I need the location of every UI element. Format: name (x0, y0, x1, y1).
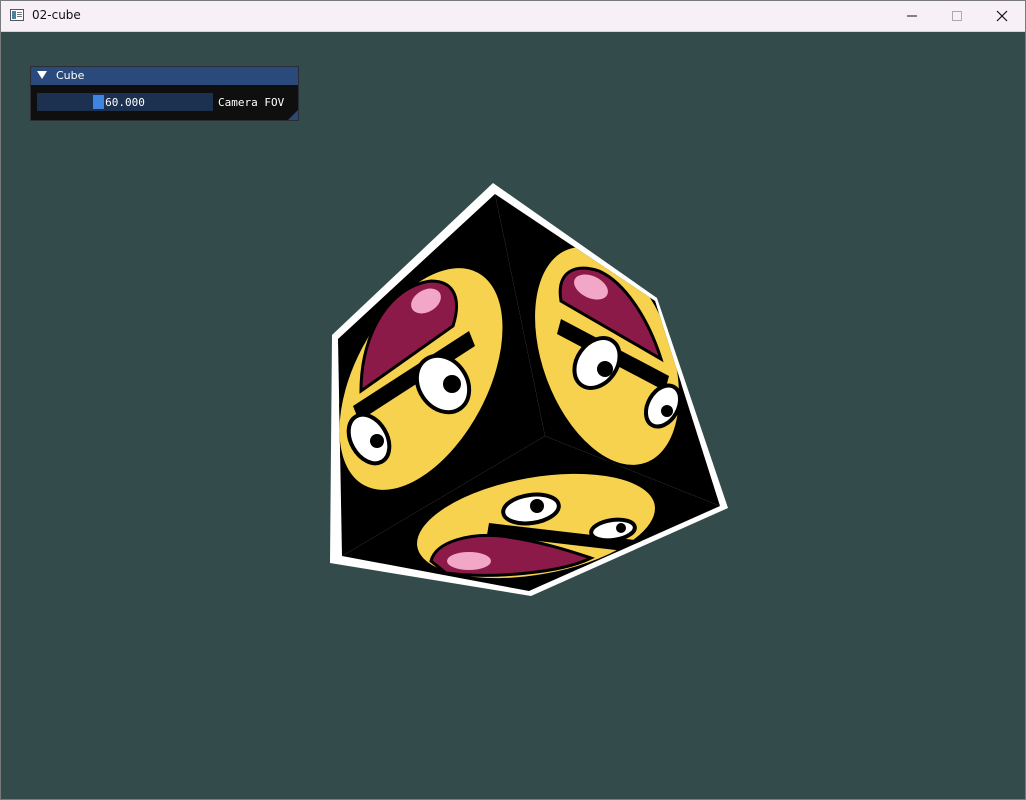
panel-title: Cube (56, 69, 85, 82)
camera-fov-slider[interactable]: 60.000 (37, 93, 213, 111)
imgui-cube-panel[interactable]: Cube 60.000 Camera FOV (30, 66, 299, 121)
render-viewport[interactable] (1, 32, 1025, 799)
app-window: 02-cube Cube 60.000 Camera FOV (0, 0, 1026, 800)
cube (330, 183, 728, 596)
title-bar[interactable]: 02-cube (1, 1, 1025, 32)
window-title: 02-cube (32, 8, 81, 22)
close-icon (996, 10, 1008, 22)
collapse-arrow-icon[interactable] (37, 71, 47, 79)
maximize-icon (952, 11, 962, 21)
panel-header[interactable]: Cube (31, 67, 298, 85)
close-button[interactable] (979, 1, 1025, 31)
resize-grip-icon[interactable] (288, 110, 298, 120)
slider-label: Camera FOV (218, 96, 285, 109)
minimize-icon (907, 15, 917, 17)
maximize-button[interactable] (934, 1, 980, 31)
cube-scene (330, 183, 728, 596)
minimize-button[interactable] (889, 1, 935, 31)
slider-value: 60.000 (105, 96, 145, 109)
app-window-icon (10, 9, 24, 21)
